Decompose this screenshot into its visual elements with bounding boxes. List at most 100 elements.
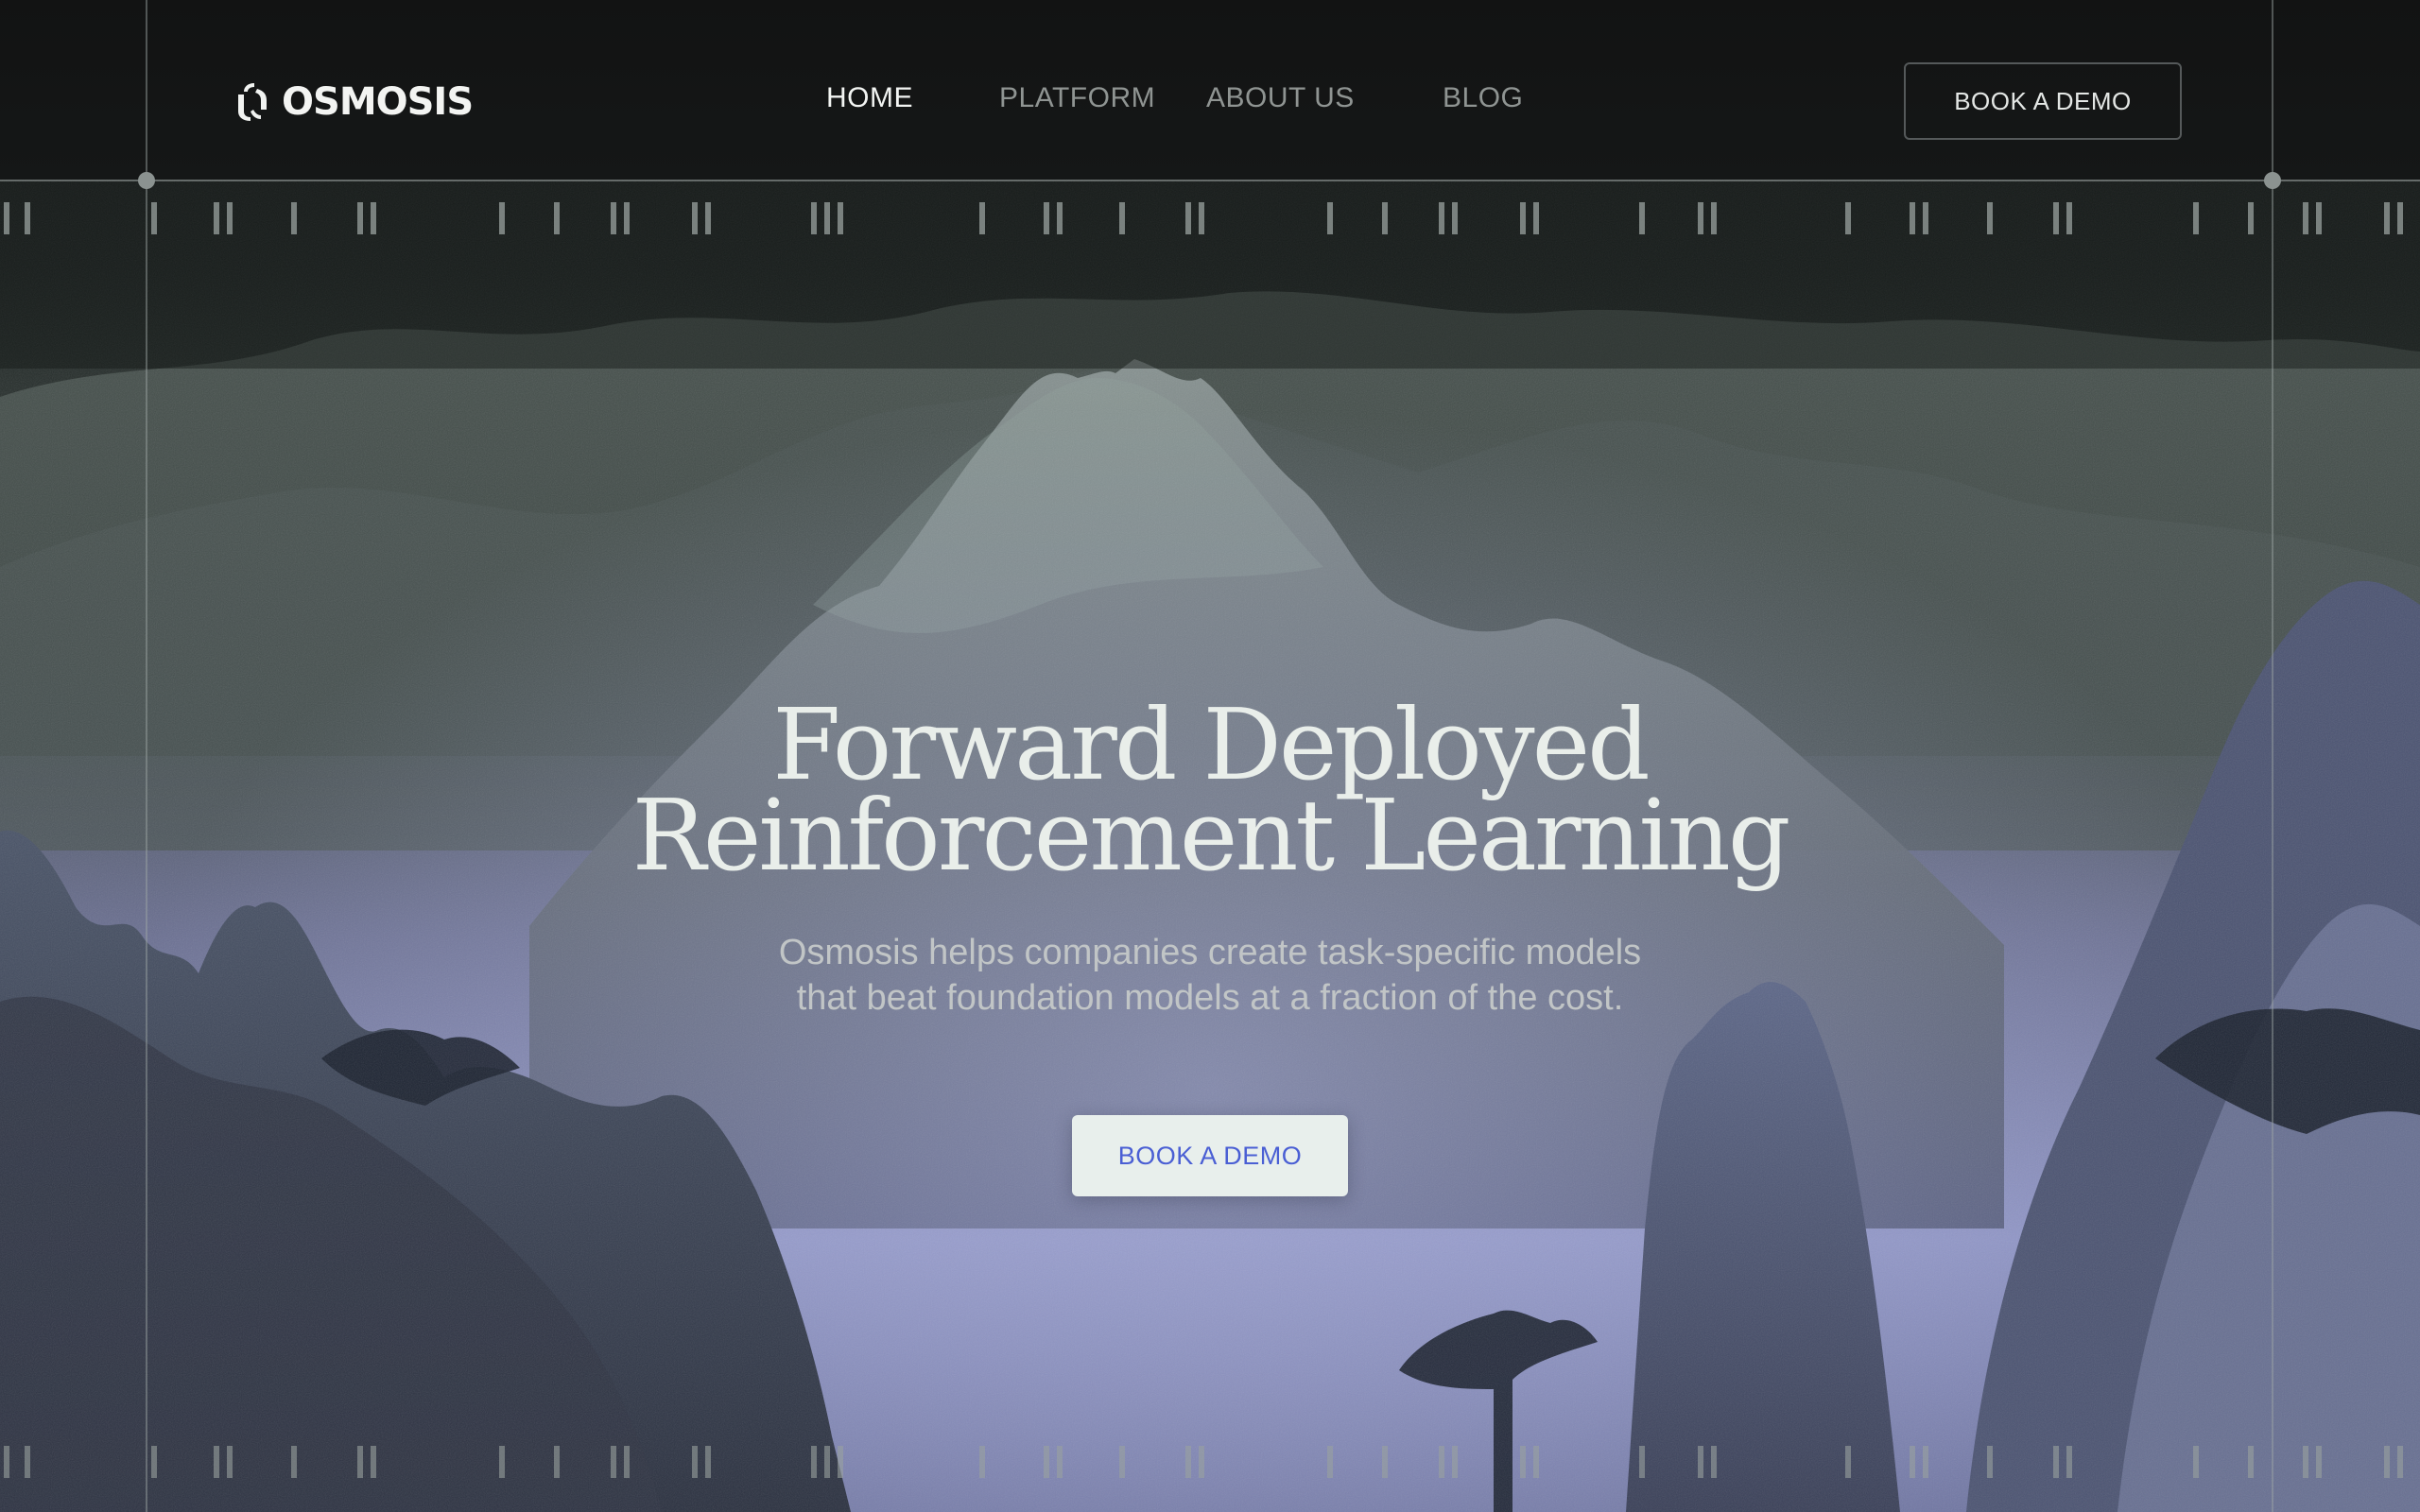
ruler-tick (2397, 202, 2403, 234)
tick-ruler-top (4, 202, 2403, 234)
ruler-tick (1057, 1446, 1063, 1478)
ruler-tick (371, 202, 376, 234)
ruler-tick (1910, 202, 1915, 234)
ruler-tick (1382, 202, 1388, 234)
ruler-tick (1327, 202, 1333, 234)
ruler-tick (4, 202, 9, 234)
ruler-tick (1452, 202, 1458, 234)
ruler-tick (2303, 1446, 2308, 1478)
ruler-tick (151, 202, 157, 234)
ruler-tick (2316, 1446, 2322, 1478)
ruler-tick (838, 202, 843, 234)
ruler-tick (2303, 202, 2308, 234)
ruler-tick (1185, 1446, 1191, 1478)
ruler-tick (1382, 1446, 1388, 1478)
ruler-tick (214, 1446, 219, 1478)
ruler-tick (1845, 202, 1851, 234)
guide-line-horizontal (0, 180, 2420, 181)
brand-name: OSMOSIS (282, 80, 474, 124)
ruler-tick (4, 1446, 9, 1478)
ruler-tick (1057, 202, 1063, 234)
ruler-tick (151, 1446, 157, 1478)
ruler-tick (1044, 202, 1049, 234)
ruler-tick (611, 202, 616, 234)
ruler-tick (2053, 202, 2059, 234)
ruler-tick (705, 202, 711, 234)
ruler-tick (499, 202, 505, 234)
ruler-tick (25, 202, 30, 234)
ruler-tick (1639, 1446, 1645, 1478)
ruler-tick (1639, 202, 1645, 234)
ruler-tick (2066, 1446, 2072, 1478)
ruler-tick (979, 202, 985, 234)
ruler-tick (2397, 1446, 2403, 1478)
guide-node-left (138, 172, 155, 189)
hero-title-line: Forward Deployed (772, 687, 1650, 802)
ruler-tick (2193, 202, 2199, 234)
ruler-tick (1923, 202, 1928, 234)
ruler-tick (214, 202, 219, 234)
ruler-tick (291, 202, 297, 234)
ruler-tick (2053, 1446, 2059, 1478)
ruler-tick (227, 1446, 233, 1478)
ruler-tick (824, 1446, 830, 1478)
ruler-tick (1452, 1446, 1458, 1478)
ruler-tick (692, 202, 698, 234)
hero-subtitle: Osmosis helps companies create task-spec… (643, 930, 1777, 1021)
ruler-tick (611, 1446, 616, 1478)
ruler-tick (357, 202, 363, 234)
ruler-tick (1923, 1446, 1928, 1478)
ruler-tick (692, 1446, 698, 1478)
ruler-tick (2248, 202, 2254, 234)
ruler-tick (499, 1446, 505, 1478)
ruler-tick (371, 1446, 376, 1478)
ruler-tick (1533, 1446, 1539, 1478)
ruler-tick (291, 1446, 297, 1478)
ruler-tick (1185, 202, 1191, 234)
ruler-tick (227, 202, 233, 234)
brand-logo[interactable]: OSMOSIS (234, 79, 474, 125)
nav-link-blog[interactable]: BLOG (1443, 81, 1523, 115)
ruler-tick (1439, 1446, 1444, 1478)
nav-link-platform[interactable]: PLATFORM (999, 81, 1155, 115)
ruler-tick (1119, 202, 1125, 234)
ruler-tick (2248, 1446, 2254, 1478)
ruler-tick (1199, 202, 1204, 234)
ruler-tick (705, 1446, 711, 1478)
ruler-tick (1199, 1446, 1204, 1478)
ruler-tick (1520, 202, 1526, 234)
ruler-tick (2316, 202, 2322, 234)
ruler-tick (1711, 202, 1717, 234)
ruler-tick (838, 1446, 843, 1478)
book-demo-hero-button[interactable]: BOOK A DEMO (1072, 1115, 1348, 1196)
ruler-tick (979, 1446, 985, 1478)
ruler-tick (2066, 202, 2072, 234)
nav-link-about-us[interactable]: ABOUT US (1206, 81, 1355, 115)
ruler-tick (1044, 1446, 1049, 1478)
ruler-tick (624, 202, 630, 234)
ruler-tick (25, 1446, 30, 1478)
ruler-tick (2384, 202, 2390, 234)
ruler-tick (2193, 1446, 2199, 1478)
nav-link-home[interactable]: HOME (826, 81, 913, 115)
book-demo-nav-button[interactable]: BOOK A DEMO (1904, 62, 2182, 140)
ruler-tick (1987, 1446, 1993, 1478)
hero-title-line: Reinforcement Learning (631, 778, 1791, 893)
hero-subtitle-line: that beat foundation models at a fractio… (796, 978, 1624, 1018)
osmosis-logo-icon (238, 83, 267, 121)
ruler-tick (554, 1446, 560, 1478)
ruler-tick (824, 202, 830, 234)
ruler-tick (1520, 1446, 1526, 1478)
page: OSMOSIS HOME PLATFORM ABOUT US BLOG BOOK… (0, 0, 2420, 1512)
ruler-tick (1711, 1446, 1717, 1478)
ruler-tick (554, 202, 560, 234)
ruler-tick (1698, 1446, 1703, 1478)
ruler-tick (1533, 202, 1539, 234)
ruler-tick (624, 1446, 630, 1478)
tick-ruler-bottom (4, 1446, 2403, 1478)
ruler-tick (1845, 1446, 1851, 1478)
ruler-tick (357, 1446, 363, 1478)
hero-subtitle-line: Osmosis helps companies create task-spec… (778, 933, 1642, 972)
ruler-tick (1698, 202, 1703, 234)
ruler-tick (1439, 202, 1444, 234)
